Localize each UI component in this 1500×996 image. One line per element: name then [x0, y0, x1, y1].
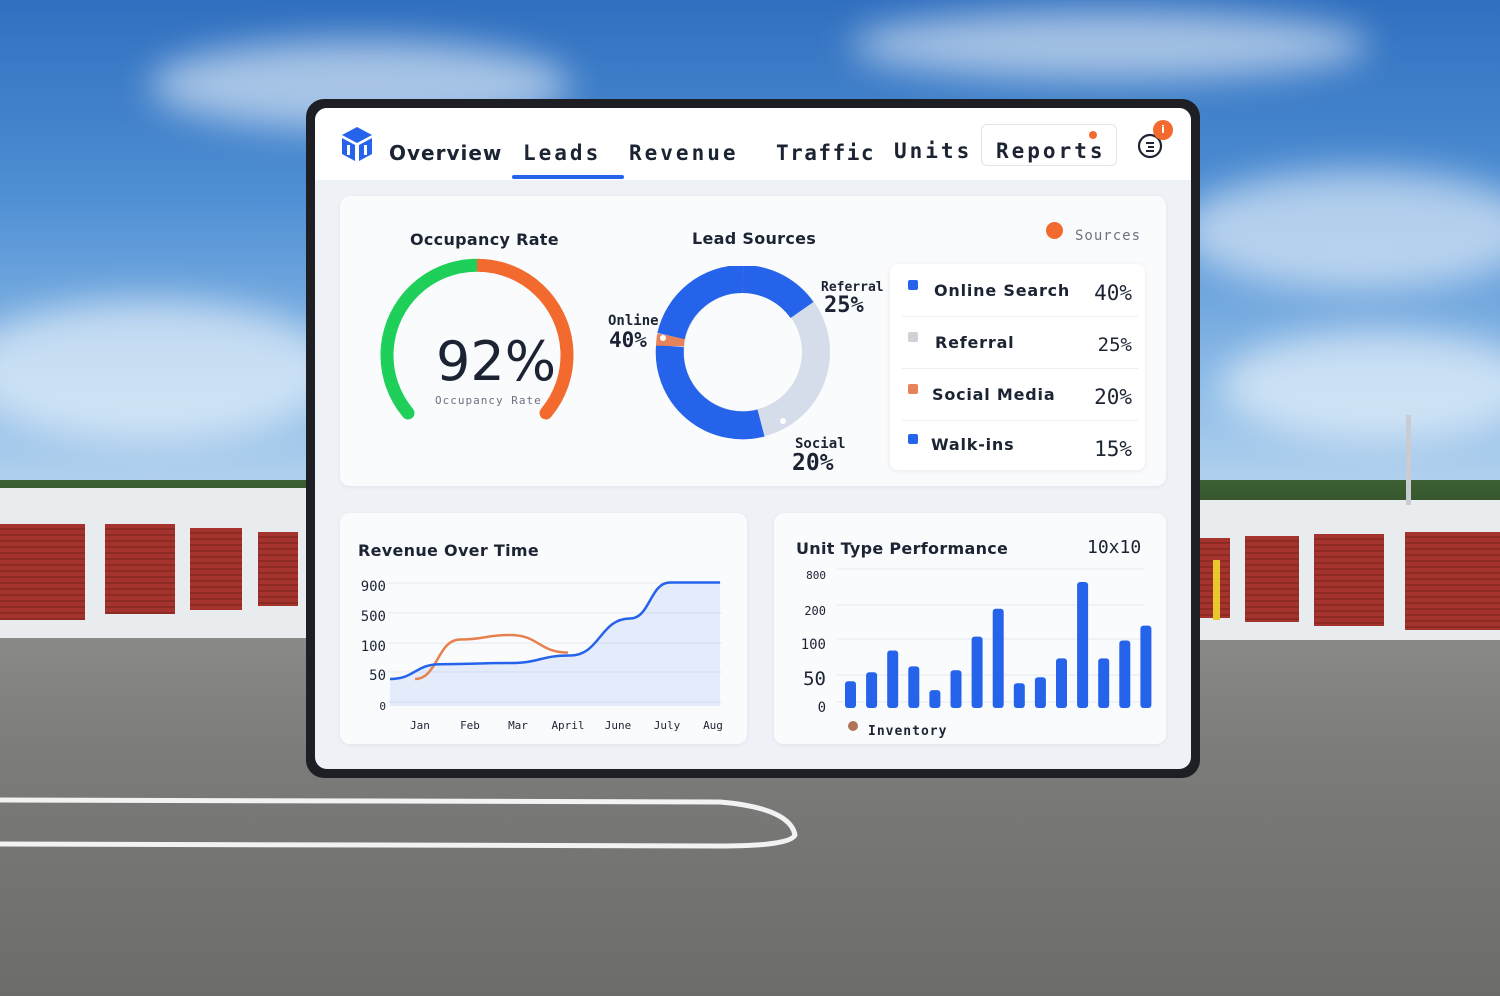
- top-nav: Overview Leads Revenue Traffic Units Rep…: [315, 108, 1191, 180]
- revenue-chart: 900500100500Jan Feb Mar April June July Aug: [361, 579, 723, 732]
- bar: [929, 690, 941, 708]
- bar: [1034, 677, 1046, 708]
- legend-row: Walk-ins 15%: [902, 420, 1138, 472]
- bar: [1077, 582, 1089, 708]
- tab-revenue[interactable]: Revenue: [629, 141, 739, 165]
- lead-sources-title: Lead Sources: [692, 229, 817, 248]
- y-tick-label: 900: [361, 579, 386, 595]
- x-tick-label: June: [605, 719, 632, 732]
- sources-label: Sources: [1075, 228, 1142, 244]
- sources-legend: Online Search 40% Referral 25% Social Me…: [890, 264, 1145, 470]
- y-tick-label: 0: [818, 700, 826, 716]
- x-tick-label: April: [551, 719, 584, 732]
- active-tab-indicator: [512, 175, 624, 179]
- tab-traffic[interactable]: Traffic: [776, 141, 875, 165]
- sources-dot-icon: [1046, 222, 1063, 239]
- legend-swatch: [908, 332, 918, 342]
- y-tick-label: 50: [803, 668, 826, 690]
- bar: [950, 670, 962, 708]
- donut-value-referral: 25%: [824, 293, 864, 318]
- legend-row: Social Media 20%: [902, 368, 1138, 421]
- legend-row: Referral 25%: [902, 316, 1138, 369]
- legend-name: Walk-ins: [931, 435, 1015, 454]
- revenue-area: [390, 582, 720, 706]
- bar: [908, 666, 920, 708]
- reports-notification-dot: [1089, 131, 1097, 139]
- donut-value-online: 40%: [609, 328, 647, 352]
- logo-icon: [342, 127, 372, 161]
- legend-swatch: [908, 434, 918, 444]
- legend-swatch: [908, 384, 918, 394]
- y-tick-label: 200: [804, 604, 826, 618]
- inventory-legend-label: Inventory: [868, 724, 948, 739]
- y-tick-label: 100: [361, 639, 386, 655]
- revenue-card: Revenue Over Time 900 500 100 50 0 Jan Feb Mar A…: [340, 513, 747, 744]
- y-tick-label: 500: [361, 609, 386, 625]
- dashboard-panel: Overview Leads Revenue Traffic Units Rep…: [315, 108, 1191, 769]
- unit-type-card: Unit Type Performance 10x10 800 200 100 50 0…: [774, 513, 1166, 744]
- legend-swatch: [908, 280, 918, 290]
- bar: [992, 608, 1004, 708]
- bar: [866, 672, 878, 708]
- legend-name: Referral: [935, 333, 1015, 352]
- unit-type-chart: 800 200 100 50 0: [801, 568, 1152, 716]
- donut-label-online: Online: [608, 313, 659, 329]
- bar: [971, 636, 983, 708]
- tablet-frame: Overview Leads Revenue Traffic Units Rep…: [306, 99, 1200, 778]
- x-tick-label: Jan: [410, 719, 430, 732]
- occupancy-title: Occupancy Rate: [410, 230, 559, 249]
- bar: [1013, 683, 1025, 708]
- legend-value: 25%: [1097, 334, 1132, 356]
- y-tick-label: 0: [379, 700, 386, 713]
- x-tick-label: Mar: [508, 719, 528, 732]
- tab-overview[interactable]: Overview: [389, 141, 502, 165]
- bar: [845, 681, 856, 708]
- occupancy-value: 92%: [436, 330, 557, 393]
- bollard: [1213, 560, 1220, 620]
- donut-value-social: 20%: [792, 450, 834, 476]
- legend-value: 15%: [1094, 437, 1132, 461]
- legend-name: Social Media: [932, 385, 1056, 404]
- parking-lines: [0, 797, 798, 849]
- bar: [1056, 658, 1067, 708]
- y-tick-label: 50: [369, 668, 386, 684]
- legend-name: Online Search: [934, 281, 1071, 300]
- legend-value: 20%: [1094, 385, 1132, 409]
- tab-reports[interactable]: Reports: [996, 139, 1106, 163]
- legend-row: Online Search 40%: [902, 264, 1138, 317]
- y-tick-label: 800: [806, 569, 826, 582]
- bar: [1098, 658, 1110, 708]
- bar: [887, 650, 899, 708]
- inventory-legend-dot: [848, 721, 858, 731]
- legend-value: 40%: [1094, 281, 1132, 305]
- storage-building-left: [0, 488, 310, 638]
- bar: [1140, 625, 1152, 708]
- storage-building-right: [1200, 500, 1500, 640]
- light-pole: [1406, 415, 1411, 505]
- leads-overview-card: Occupancy Rate 92% Occupancy Rate Lead S…: [340, 196, 1166, 486]
- cloud: [850, 10, 1370, 80]
- x-tick-label: Feb: [460, 719, 480, 732]
- x-tick-label: Aug: [703, 719, 723, 732]
- tab-units[interactable]: Units: [894, 139, 972, 163]
- occupancy-caption: Occupancy Rate: [435, 394, 542, 407]
- lead-sources-donut: [655, 266, 830, 440]
- x-tick-label: July: [654, 719, 681, 732]
- y-tick-label: 100: [801, 637, 826, 653]
- notification-badge[interactable]: i: [1153, 120, 1173, 140]
- bar: [1119, 640, 1131, 708]
- tab-leads[interactable]: Leads: [523, 141, 601, 165]
